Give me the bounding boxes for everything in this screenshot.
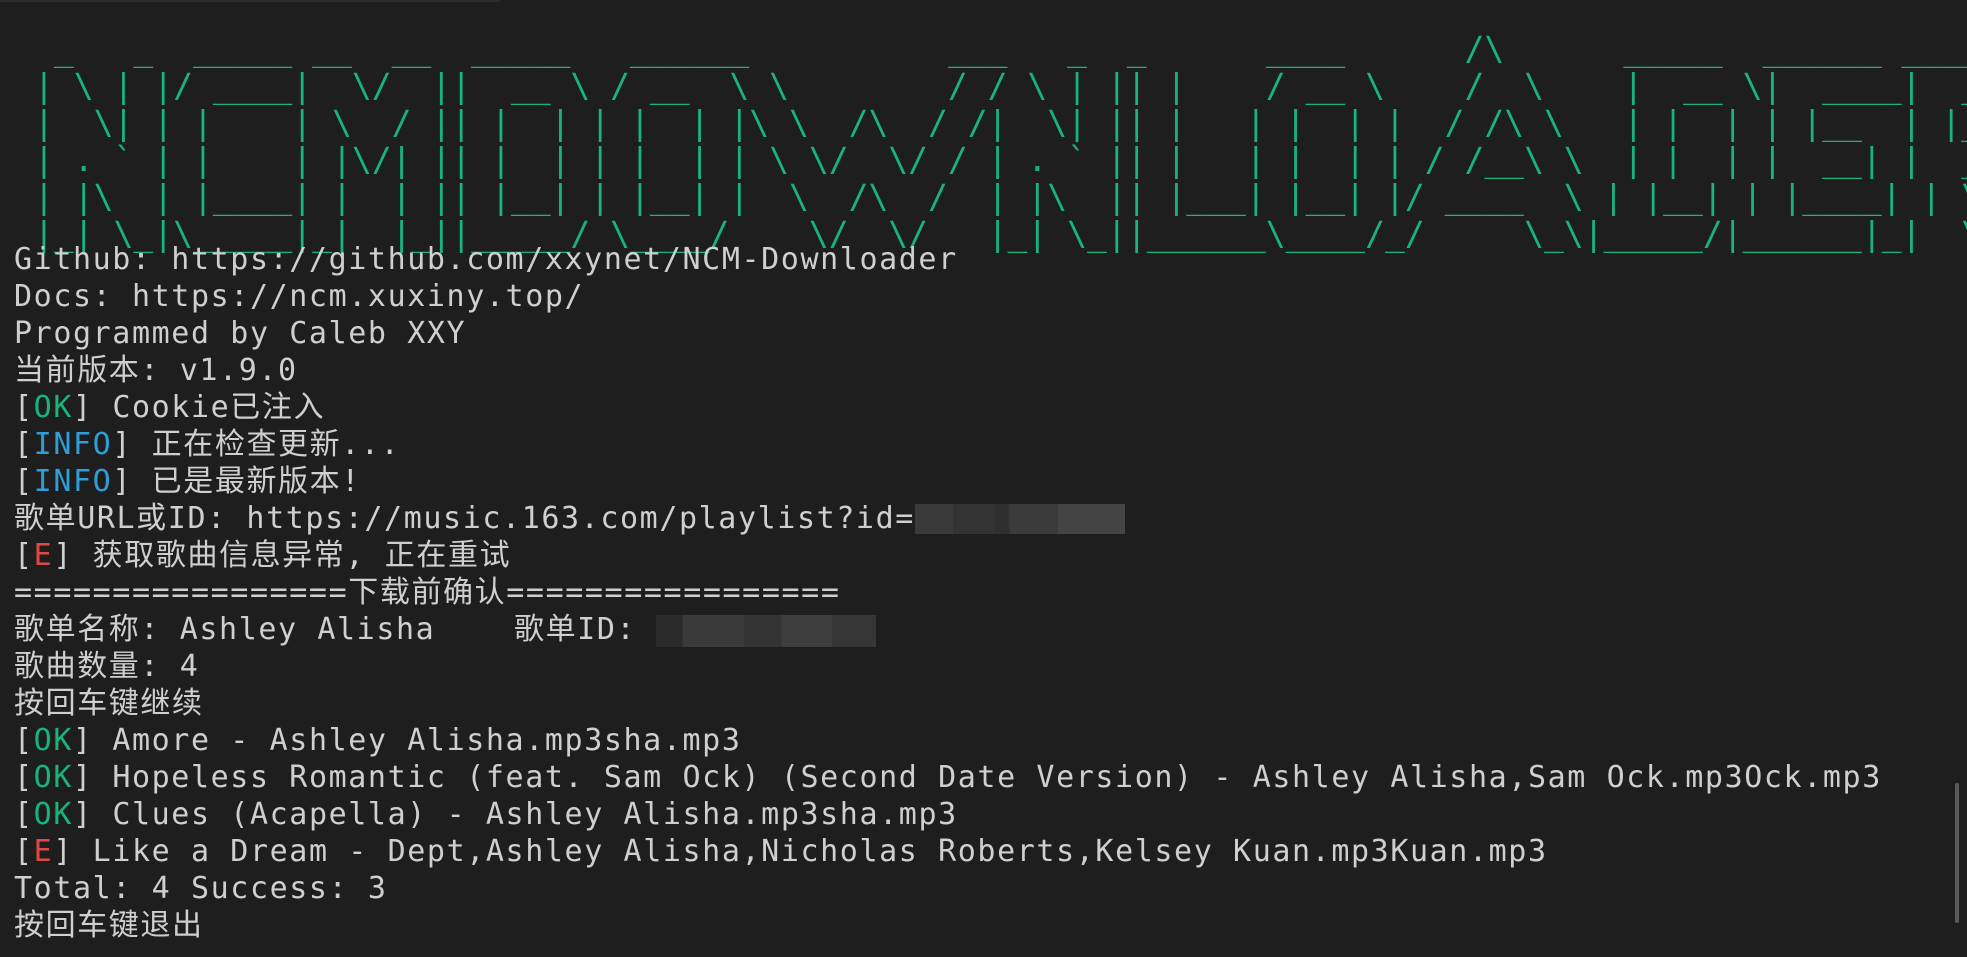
retry-error-line: [E] 获取歌曲信息异常, 正在重试 — [14, 537, 1934, 574]
log-line-check-update: [INFO] 正在检查更新... — [14, 426, 1934, 463]
error-tag: E — [33, 834, 54, 869]
redacted-playlist-id — [655, 615, 876, 647]
error-tag: E — [33, 538, 54, 573]
log-text: ] 正在检查更新... — [112, 427, 401, 462]
log-text: ] 获取歌曲信息异常, 正在重试 — [53, 538, 512, 573]
playlist-name: 歌单名称: Ashley Alisha 歌单ID: — [14, 612, 656, 647]
song-count-line: 歌曲数量: 4 — [14, 649, 200, 684]
result-text: ] Clues (Acapella) - Ashley Alisha.mp3sh… — [73, 797, 958, 832]
log-text: ] 已是最新版本! — [112, 464, 361, 499]
github-line: Github: https://github.com/xxynet/NCM-Do… — [14, 242, 958, 277]
window-top-edge — [0, 0, 500, 2]
terminal-output: Github: https://github.com/xxynet/NCM-Do… — [14, 241, 1934, 944]
playlist-info-line: 歌单名称: Ashley Alisha 歌单ID: — [14, 611, 1934, 648]
open-bracket: [ — [14, 723, 34, 758]
log-line-latest-version: [INFO] 已是最新版本! — [14, 463, 1934, 500]
playlist-prompt: 歌单URL或ID: https://music.163.com/playlist… — [14, 501, 915, 536]
press-enter-exit: 按回车键退出 — [14, 908, 204, 943]
open-bracket: [ — [14, 390, 34, 425]
open-bracket: [ — [14, 427, 34, 462]
ok-tag: OK — [33, 390, 73, 425]
ascii-banner: _ _ _____ __ __ _____ ______ ___ _ _ ___… — [34, 29, 1967, 253]
ok-tag: OK — [33, 723, 73, 758]
result-text: ] Like a Dream - Dept,Ashley Alisha,Nich… — [53, 834, 1548, 869]
result-text: ] Amore - Ashley Alisha.mp3sha.mp3 — [73, 723, 742, 758]
open-bracket: [ — [14, 538, 34, 573]
open-bracket: [ — [14, 464, 34, 499]
confirm-header: =================下载前确认================= — [14, 575, 841, 610]
log-line-cookie: [OK] Cookie已注入 — [14, 389, 1934, 426]
result-line: [OK] Clues (Acapella) - Ashley Alisha.mp… — [14, 796, 1934, 833]
total-line: Total: 4 Success: 3 — [14, 871, 388, 906]
docs-line: Docs: https://ncm.xuxiny.top/ — [14, 279, 585, 314]
open-bracket: [ — [14, 797, 34, 832]
version-line: 当前版本: v1.9.0 — [14, 353, 298, 388]
author-line: Programmed by Caleb XXY — [14, 316, 467, 351]
ok-tag: OK — [33, 760, 73, 795]
press-enter-continue: 按回车键继续 — [14, 686, 204, 721]
result-line: [E] Like a Dream - Dept,Ashley Alisha,Ni… — [14, 833, 1934, 870]
result-text: ] Hopeless Romantic (feat. Sam Ock) (Sec… — [73, 760, 1882, 795]
info-tag: INFO — [33, 464, 113, 499]
redacted-playlist-id — [914, 504, 1125, 534]
ok-tag: OK — [33, 797, 73, 832]
terminal-scrollbar[interactable] — [1955, 783, 1959, 923]
result-line: [OK] Hopeless Romantic (feat. Sam Ock) (… — [14, 759, 1934, 796]
result-line: [OK] Amore - Ashley Alisha.mp3sha.mp3 — [14, 722, 1934, 759]
info-tag: INFO — [33, 427, 113, 462]
open-bracket: [ — [14, 834, 34, 869]
playlist-prompt-line: 歌单URL或ID: https://music.163.com/playlist… — [14, 500, 1934, 537]
log-text: ] Cookie已注入 — [73, 390, 326, 425]
open-bracket: [ — [14, 760, 34, 795]
